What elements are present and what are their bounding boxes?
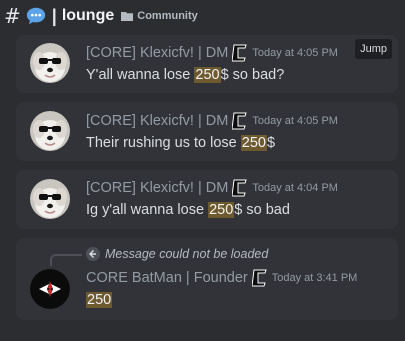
message-text: $	[266, 135, 276, 151]
message-card[interactable]: Message could not be loaded CORE BatMan …	[16, 238, 398, 320]
channel-hash: #	[4, 4, 21, 28]
author-name[interactable]: [CORE] Klexicfv! | DM	[86, 180, 228, 196]
search-highlight: 250	[194, 67, 221, 83]
message-text: $ so bad?	[220, 67, 285, 83]
message-content: Ig y'all wanna lose 250$ so bad	[86, 202, 290, 218]
reply-arrow-icon	[86, 247, 100, 261]
timestamp[interactable]: Today at 4:05 PM	[252, 115, 338, 127]
message-card[interactable]: [CORE] Klexicfv! | DM Today at 4:05 PM J…	[16, 35, 398, 93]
jump-button[interactable]: Jump	[355, 39, 392, 59]
speech-bubble-icon	[26, 7, 45, 25]
message-content: Their rushing us to lose 250$	[86, 135, 275, 151]
message-content: 250	[86, 292, 113, 308]
dog-avatar-image	[30, 111, 70, 151]
timestamp[interactable]: Today at 4:05 PM	[252, 47, 338, 59]
dog-avatar-image	[30, 43, 70, 83]
message-text: $ so bad	[234, 202, 290, 218]
author-name[interactable]: [CORE] Klexicfv! | DM	[86, 113, 228, 129]
core-c-badge-icon	[232, 112, 248, 130]
avatar[interactable]	[30, 269, 70, 309]
timestamp[interactable]: Today at 4:04 PM	[252, 182, 338, 194]
avatar[interactable]	[30, 179, 70, 219]
channel-header: # | lounge Community	[0, 0, 405, 32]
reply-spine	[50, 254, 82, 266]
search-highlight: 250	[240, 135, 267, 151]
message-header: [CORE] Klexicfv! | DM Today at 4:05 PM	[86, 112, 338, 130]
avatar[interactable]	[30, 43, 70, 83]
search-highlight: 250	[208, 202, 235, 218]
category-name[interactable]: Community	[137, 10, 198, 22]
avatar[interactable]	[30, 111, 70, 151]
message-header: [CORE] Klexicfv! | DM Today at 4:05 PM	[86, 44, 338, 62]
message-text: Y'all wanna lose	[86, 67, 195, 83]
core-logo-avatar-image	[30, 269, 70, 309]
core-c-badge-icon	[232, 179, 248, 197]
message-text: Ig y'all wanna lose	[86, 202, 209, 218]
core-c-badge-icon	[232, 44, 248, 62]
message-text: Their rushing us to lose	[86, 135, 241, 151]
reply-preview[interactable]: Message could not be loaded	[86, 247, 268, 261]
search-highlight: 250	[86, 292, 113, 308]
reply-unavailable-text: Message could not be loaded	[105, 247, 269, 261]
author-name[interactable]: CORE BatMan | Founder	[86, 270, 248, 286]
message-header: [CORE] Klexicfv! | DM Today at 4:04 PM	[86, 179, 338, 197]
channel-name[interactable]: lounge	[62, 7, 114, 25]
header-separator: |	[51, 5, 57, 26]
message-content: Y'all wanna lose 250$ so bad?	[86, 67, 284, 83]
author-name[interactable]: [CORE] Klexicfv! | DM	[86, 45, 228, 61]
core-c-badge-icon	[251, 269, 267, 287]
message-card[interactable]: [CORE] Klexicfv! | DM Today at 4:05 PM T…	[16, 102, 398, 161]
dog-avatar-image	[30, 179, 70, 219]
message-card[interactable]: [CORE] Klexicfv! | DM Today at 4:04 PM I…	[16, 170, 398, 229]
folder-icon	[121, 12, 134, 21]
message-header: CORE BatMan | Founder Today at 3:41 PM	[86, 269, 357, 287]
timestamp[interactable]: Today at 3:41 PM	[272, 272, 358, 284]
